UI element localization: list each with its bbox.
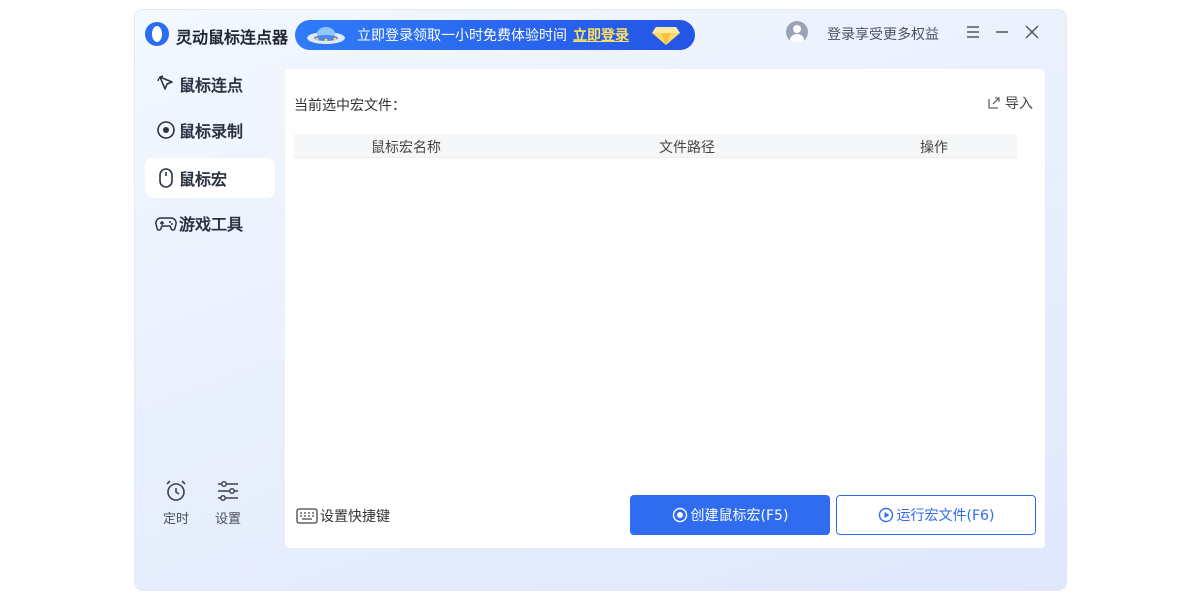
column-header-path: 文件路径 xyxy=(659,140,715,156)
gamepad-icon xyxy=(155,217,177,231)
promo-banner[interactable]: 立即登录领取一小时免费体验时间 立即登录 xyxy=(295,20,695,50)
current-macro-label: 当前选中宏文件： xyxy=(294,98,406,114)
sidebar-item-label: 鼠标录制 xyxy=(179,122,244,141)
app-logo-icon xyxy=(145,22,169,46)
record-icon xyxy=(157,121,175,139)
play-icon xyxy=(878,507,893,523)
app-title: 灵动鼠标连点器 xyxy=(176,28,289,47)
sidebar-item-label: 游戏工具 xyxy=(179,215,244,234)
promo-login-link[interactable]: 立即登录 xyxy=(573,25,629,45)
tool-label: 设置 xyxy=(214,512,241,527)
column-header-actions: 操作 xyxy=(920,140,948,156)
app-window: 灵动鼠标连点器 立即登录领取一小时免费体验时间 立即登录 登录享受更多权益 鼠标… xyxy=(135,10,1066,590)
create-macro-button[interactable]: 创建鼠标宏(F5) xyxy=(630,495,830,535)
record-icon xyxy=(672,507,687,523)
alarm-clock-icon xyxy=(166,480,186,501)
title-bar: 灵动鼠标连点器 立即登录领取一小时免费体验时间 立即登录 登录享受更多权益 xyxy=(135,10,1066,58)
sliders-icon xyxy=(218,481,238,501)
shortcut-settings-button[interactable]: 设置快捷键 xyxy=(296,506,390,526)
import-icon xyxy=(988,97,1000,109)
minimize-icon[interactable] xyxy=(992,22,1012,42)
ufo-icon xyxy=(307,27,345,44)
import-label: 导入 xyxy=(1005,96,1033,112)
sidebar-item-game-tools[interactable]: 游戏工具 xyxy=(145,203,275,243)
sidebar-item-mouse-record[interactable]: 鼠标录制 xyxy=(145,110,275,150)
shortcut-label: 设置快捷键 xyxy=(320,509,390,525)
keyboard-icon xyxy=(296,508,318,524)
macro-panel: 当前选中宏文件： 导入 鼠标宏名称 文件路径 操作 设置快捷键 创建鼠标宏(F5… xyxy=(285,69,1045,548)
create-macro-label: 创建鼠标宏(F5) xyxy=(690,508,789,524)
close-icon[interactable] xyxy=(1022,22,1042,42)
login-prompt-link[interactable]: 登录享受更多权益 xyxy=(827,24,939,44)
sidebar-item-mouse-macro[interactable]: 鼠标宏 xyxy=(145,158,275,198)
sidebar-item-label: 鼠标连点 xyxy=(179,76,244,95)
sidebar-item-mouse-clicker[interactable]: 鼠标连点 xyxy=(145,64,275,104)
run-macro-button[interactable]: 运行宏文件(F6) xyxy=(836,495,1036,535)
cursor-click-icon xyxy=(157,75,173,90)
tool-label: 定时 xyxy=(162,512,189,527)
menu-icon[interactable] xyxy=(963,22,983,42)
column-header-name: 鼠标宏名称 xyxy=(371,140,441,156)
promo-text: 立即登录领取一小时免费体验时间 xyxy=(357,28,567,44)
user-avatar-icon[interactable] xyxy=(786,21,808,43)
timer-tool-button[interactable]: 定时 xyxy=(156,478,196,527)
mouse-icon xyxy=(159,168,173,188)
import-button[interactable]: 导入 xyxy=(987,93,1033,113)
run-macro-label: 运行宏文件(F6) xyxy=(896,508,995,524)
sidebar-item-label: 鼠标宏 xyxy=(179,170,228,189)
diamond-icon xyxy=(652,27,680,45)
macro-table-header: 鼠标宏名称 文件路径 操作 xyxy=(294,134,1017,158)
settings-tool-button[interactable]: 设置 xyxy=(208,478,248,527)
